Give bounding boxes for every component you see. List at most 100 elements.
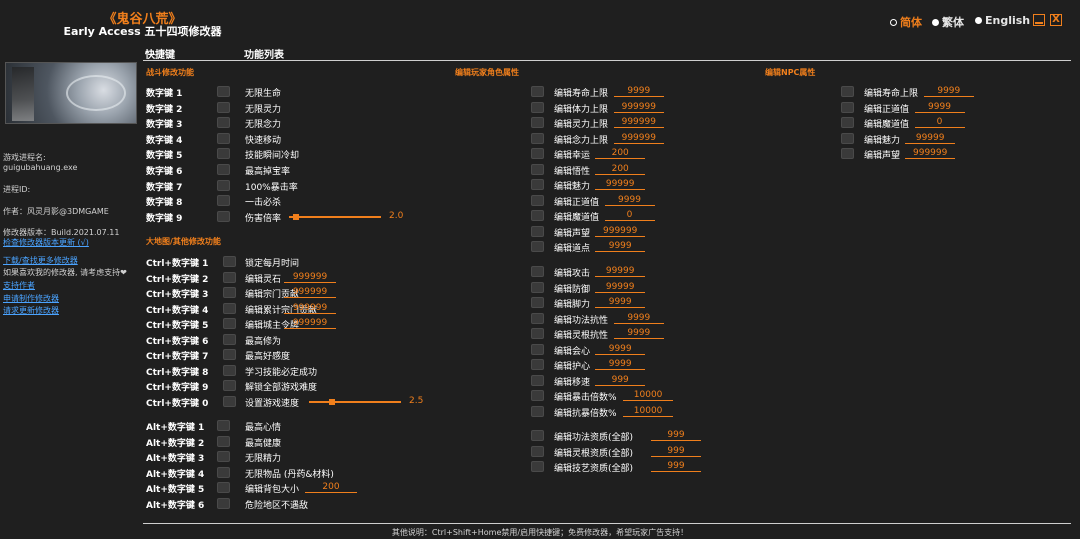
value-input[interactable]: 200 <box>305 482 357 493</box>
value-input[interactable]: 10000 <box>623 406 674 417</box>
close-icon[interactable]: X <box>1050 14 1062 26</box>
toggle-button[interactable] <box>531 179 544 190</box>
toggle-button[interactable] <box>531 101 544 113</box>
lang-english-option[interactable]: English <box>975 14 1030 27</box>
toggle-button[interactable] <box>531 194 544 206</box>
toggle-button[interactable] <box>223 395 236 407</box>
toggle-button[interactable] <box>841 117 854 128</box>
toggle-button[interactable] <box>223 380 236 391</box>
value-input[interactable]: 9999 <box>613 86 664 97</box>
value-input[interactable]: 0 <box>604 210 655 221</box>
toggle-button[interactable] <box>223 349 236 360</box>
toggle-button[interactable] <box>223 256 236 267</box>
toggle-button[interactable] <box>841 148 854 159</box>
toggle-button[interactable] <box>217 451 230 462</box>
toggle-button[interactable] <box>531 312 544 324</box>
toggle-button[interactable] <box>217 148 230 160</box>
toggle-button[interactable] <box>217 210 230 222</box>
toggle-button[interactable] <box>531 461 544 472</box>
toggle-button[interactable] <box>531 297 544 308</box>
lang-simplified-option[interactable]: 简体 <box>890 14 922 30</box>
value-input[interactable]: 999999 <box>613 117 664 128</box>
value-input[interactable]: 999 <box>595 375 646 386</box>
value-input[interactable]: 999 <box>651 430 701 441</box>
toggle-button[interactable] <box>223 333 236 345</box>
support-author-link[interactable]: 支持作者 <box>3 280 35 291</box>
toggle-button[interactable] <box>531 374 544 386</box>
value-input[interactable]: 999999 <box>284 303 336 314</box>
toggle-button[interactable] <box>531 281 544 293</box>
toggle-button[interactable] <box>531 163 544 175</box>
value-input[interactable]: 99999 <box>595 282 646 293</box>
value-input[interactable]: 999 <box>651 461 701 472</box>
value-input[interactable]: 999999 <box>284 287 336 298</box>
toggle-button[interactable] <box>531 266 544 277</box>
value-input[interactable]: 0 <box>914 117 965 128</box>
toggle-button[interactable] <box>531 241 544 252</box>
toggle-button[interactable] <box>531 117 544 128</box>
toggle-button[interactable] <box>223 271 236 283</box>
value-input[interactable]: 9999 <box>595 297 646 308</box>
value-input[interactable]: 99999 <box>595 266 646 277</box>
check-update-link[interactable]: 检查修改器版本更新 (√) <box>3 237 89 248</box>
minimize-icon[interactable] <box>1033 14 1045 26</box>
slider-track[interactable] <box>309 400 401 403</box>
toggle-button[interactable] <box>217 420 230 431</box>
value-input[interactable]: 9999 <box>923 86 974 97</box>
value-input[interactable]: 999999 <box>613 102 664 113</box>
toggle-button[interactable] <box>841 132 854 144</box>
toggle-button[interactable] <box>841 86 854 97</box>
toggle-button[interactable] <box>223 287 236 298</box>
request-update-link[interactable]: 请求更新修改器 <box>3 305 59 316</box>
toggle-button[interactable] <box>531 225 544 237</box>
toggle-button[interactable] <box>223 364 236 376</box>
value-input[interactable]: 99999 <box>595 179 646 190</box>
toggle-button[interactable] <box>217 117 230 129</box>
toggle-button[interactable] <box>531 328 544 339</box>
tab-hotkeys[interactable]: 快捷键 <box>145 46 175 61</box>
toggle-button[interactable] <box>531 132 544 144</box>
toggle-button[interactable] <box>217 435 230 447</box>
slider-handle[interactable] <box>293 213 299 220</box>
value-input[interactable]: 9999 <box>604 195 655 206</box>
toggle-button[interactable] <box>217 86 230 97</box>
toggle-button[interactable] <box>531 405 544 417</box>
toggle-button[interactable] <box>531 148 544 159</box>
value-input[interactable]: 99999 <box>905 133 956 144</box>
value-input[interactable]: 999999 <box>284 272 336 283</box>
toggle-button[interactable] <box>531 390 544 401</box>
value-input[interactable]: 9999 <box>595 359 646 370</box>
value-input[interactable]: 9999 <box>595 241 646 252</box>
value-input[interactable]: 9999 <box>613 313 664 324</box>
toggle-button[interactable] <box>223 318 236 329</box>
value-input[interactable]: 999999 <box>613 133 664 144</box>
toggle-button[interactable] <box>217 195 230 207</box>
lang-traditional-option[interactable]: 繁体 <box>932 14 964 30</box>
value-input[interactable]: 200 <box>595 148 646 159</box>
toggle-button[interactable] <box>217 164 230 175</box>
toggle-button[interactable] <box>531 210 544 221</box>
download-more-link[interactable]: 下载/查找更多修改器 <box>3 255 78 266</box>
request-trainer-link[interactable]: 申请制作修改器 <box>3 293 59 304</box>
value-input[interactable]: 999999 <box>284 318 336 329</box>
slider-track[interactable] <box>289 215 381 218</box>
toggle-button[interactable] <box>217 132 230 144</box>
toggle-button[interactable] <box>223 302 236 314</box>
value-input[interactable]: 9999 <box>914 102 965 113</box>
value-input[interactable]: 10000 <box>623 390 674 401</box>
toggle-button[interactable] <box>841 101 854 113</box>
value-input[interactable]: 200 <box>595 164 646 175</box>
value-input[interactable]: 999999 <box>595 226 646 237</box>
value-input[interactable]: 9999 <box>613 328 664 339</box>
toggle-button[interactable] <box>531 445 544 457</box>
slider-handle[interactable] <box>329 398 335 405</box>
tab-features[interactable]: 功能列表 <box>244 46 284 61</box>
toggle-button[interactable] <box>217 101 230 113</box>
value-input[interactable]: 999999 <box>905 148 956 159</box>
toggle-button[interactable] <box>531 430 544 441</box>
toggle-button[interactable] <box>217 482 230 493</box>
toggle-button[interactable] <box>531 343 544 355</box>
toggle-button[interactable] <box>531 359 544 370</box>
toggle-button[interactable] <box>217 466 230 478</box>
value-input[interactable]: 9999 <box>595 344 646 355</box>
